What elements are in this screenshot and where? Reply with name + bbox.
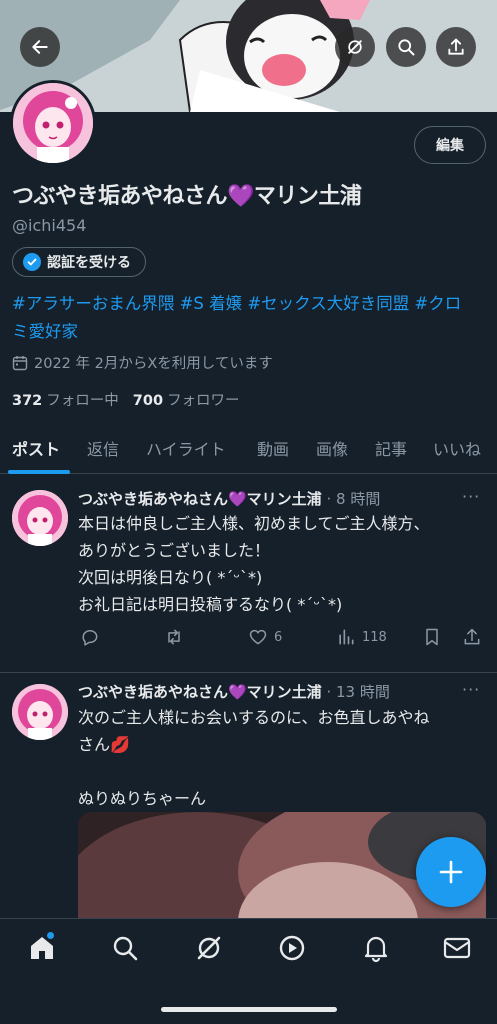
reply-icon [82, 630, 98, 646]
plus-icon [439, 860, 463, 884]
more-options-button[interactable]: ··· [462, 487, 480, 506]
share-post-button[interactable] [462, 627, 482, 647]
nav-messages[interactable] [442, 933, 472, 963]
follow-stats: 372 フォロー中 700 フォロワー [12, 389, 240, 410]
home-indicator [161, 1007, 337, 1012]
mail-icon [443, 937, 471, 959]
tweet-author-name[interactable]: つぶやき垢あやねさん💜マリン土浦 [78, 490, 322, 508]
get-verified-button[interactable]: 認証を受ける [12, 247, 146, 277]
view-count: 118 [362, 629, 387, 645]
search-button[interactable] [386, 27, 426, 67]
followers-count: 700 [132, 393, 164, 409]
verified-badge-icon [23, 253, 41, 271]
nav-grok[interactable] [194, 933, 224, 963]
following-count: 372 [12, 393, 43, 409]
like-button[interactable]: 6 [248, 627, 282, 647]
search-icon [398, 39, 415, 56]
bio-line[interactable]: ミ愛好家 [12, 318, 482, 346]
tweet-header: つぶやき垢あやねさん💜マリン土浦 · 13 時間 [78, 681, 390, 702]
compose-post-button[interactable] [416, 837, 486, 907]
tweet-time[interactable]: · 13 時間 [326, 683, 389, 701]
grok-icon [348, 40, 362, 54]
tab-posts[interactable]: ポスト [12, 436, 60, 460]
profile-tabs: ポスト 返信 ハイライト 動画 画像 記事 いいね [0, 428, 497, 474]
edit-profile-button[interactable]: 編集 [414, 126, 486, 164]
following-label: フォロー中 [46, 393, 119, 409]
tab-videos[interactable]: 動画 [257, 436, 289, 460]
bio-line[interactable]: #アラサーおまん界隈 #S 着嬢 #セックス大好き同盟 #クロ [12, 290, 482, 318]
profile-avatar[interactable] [10, 80, 96, 166]
arrow-left-icon [32, 40, 48, 54]
play-icon [279, 935, 305, 961]
join-date: 2022 年 2月からXを利用しています [12, 352, 273, 373]
tweet-line [78, 758, 483, 785]
tweet-header: つぶやき垢あやねさん💜マリン土浦 · 8 時間 [78, 488, 380, 509]
following-link[interactable]: 372 フォロー中 [12, 389, 119, 410]
bookmark-button[interactable] [422, 627, 442, 647]
calendar-icon [12, 355, 28, 370]
tweet-avatar[interactable] [12, 490, 68, 546]
tweet-line: お礼日記は明日投稿するなり( *ˊᵕˋ*) [78, 595, 343, 614]
tweet-line: さん💋 [78, 735, 130, 754]
followers-label: フォロワー [167, 393, 240, 409]
nav-notifications[interactable] [361, 933, 391, 963]
profile-display-name: つぶやき垢あやねさん💜マリン土浦 [12, 184, 362, 209]
tweet-line: 次のご主人様にお会いするのに、お色直しあやね [78, 708, 430, 727]
share-button[interactable] [436, 27, 476, 67]
profile-handle: @ichi454 [12, 216, 87, 235]
nav-video[interactable] [277, 933, 307, 963]
join-date-text: 2022 年 2月からXを利用しています [34, 356, 273, 372]
tweet-text: 次のご主人様にお会いするのに、お色直しあやね さん💋 ぬりぬりちゃーん [78, 704, 483, 812]
repost-icon [168, 629, 180, 645]
share-icon [464, 628, 480, 645]
tweet-line: 次回は明後日なり( *ˊᵕˋ*) [78, 568, 263, 587]
heart-icon [249, 629, 267, 645]
bell-icon [364, 936, 388, 963]
followers-link[interactable]: 700 フォロワー [133, 389, 240, 410]
tweet-line: ぬりぬりちゃーん [78, 789, 207, 808]
notification-dot [47, 932, 54, 939]
active-tab-indicator [8, 470, 70, 474]
tweet-line: 本日は仲良しご主人様、初めましてご主人様方、 [78, 514, 430, 533]
tab-replies[interactable]: 返信 [87, 436, 119, 460]
tab-highlights[interactable]: ハイライト [146, 436, 226, 460]
tweet-line: ありがとうございました！ [78, 541, 271, 560]
tweet-actions: 6 118 [78, 627, 488, 651]
repost-button[interactable] [164, 627, 184, 647]
tweet-text: 本日は仲良しご主人様、初めましてご主人様方、 ありがとうございました！ 次回は明… [78, 510, 483, 618]
tweet-time[interactable]: · 8 時間 [326, 490, 380, 508]
grok-icon [197, 936, 221, 960]
tab-likes[interactable]: いいね [433, 436, 481, 460]
tweet-author-name[interactable]: つぶやき垢あやねさん💜マリン土浦 [78, 683, 322, 701]
tweet-divider [0, 672, 497, 673]
like-count: 6 [274, 629, 283, 645]
tweet-avatar[interactable] [12, 684, 68, 740]
views-icon [339, 629, 354, 645]
search-icon [113, 936, 138, 961]
views-button[interactable]: 118 [336, 627, 387, 647]
bookmark-icon [426, 628, 438, 646]
more-options-button[interactable]: ··· [462, 680, 480, 699]
grok-button[interactable] [335, 27, 375, 67]
reply-button[interactable] [80, 627, 100, 647]
tab-photos[interactable]: 画像 [316, 436, 348, 460]
get-verified-label: 認証を受ける [47, 255, 131, 271]
back-button[interactable] [20, 27, 60, 67]
tab-articles[interactable]: 記事 [375, 436, 407, 460]
nav-search[interactable] [110, 933, 140, 963]
share-icon [448, 38, 464, 55]
profile-bio: #アラサーおまん界隈 #S 着嬢 #セックス大好き同盟 #クロ ミ愛好家 [12, 290, 482, 346]
